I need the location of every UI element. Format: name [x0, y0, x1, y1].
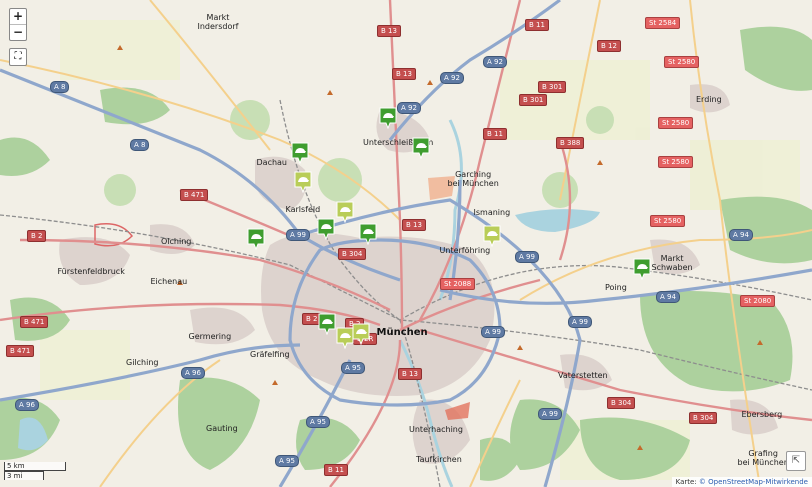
- road-shield: B 11: [483, 128, 507, 140]
- road-shield: A 92: [397, 102, 421, 114]
- zoom-control: + −: [9, 8, 27, 41]
- road-shield: B 304: [338, 248, 367, 260]
- zoom-in-button[interactable]: +: [10, 9, 26, 25]
- map-marker[interactable]: [633, 258, 651, 280]
- road-shield: B 13: [377, 25, 401, 37]
- road-shield: A 95: [275, 455, 299, 467]
- map-marker[interactable]: [412, 137, 430, 159]
- road-shield: B 11: [324, 464, 348, 476]
- place-label: Ismaning: [473, 208, 511, 217]
- road-shield: B 11: [525, 19, 549, 31]
- scale-bar: 5 km 3 mi: [4, 462, 66, 480]
- road-shield: A 99: [515, 251, 539, 263]
- road-shield: A 95: [306, 416, 330, 428]
- place-label: Vaterstetten: [558, 371, 608, 380]
- map-marker[interactable]: [379, 107, 397, 129]
- road-shield: B 2: [27, 230, 47, 242]
- map-marker[interactable]: [336, 201, 354, 223]
- place-label: Fürstenfeldbruck: [57, 267, 125, 276]
- road-shield: St 2580: [658, 117, 694, 129]
- map-marker[interactable]: [352, 323, 370, 345]
- place-label: Unterhaching: [409, 425, 463, 434]
- road-shield: A 95: [341, 362, 365, 374]
- attribution-prefix: Karte:: [675, 478, 699, 486]
- road-shield: A 99: [538, 408, 562, 420]
- road-shield: B 471: [6, 345, 35, 357]
- place-label: Taufkirchen: [416, 455, 462, 464]
- map-marker[interactable]: [359, 223, 377, 245]
- place-label: Markt Schwaben: [651, 254, 693, 272]
- road-shield: B 12: [597, 40, 621, 52]
- road-shield: A 94: [656, 291, 680, 303]
- road-shield: A 99: [286, 229, 310, 241]
- road-shield: A 8: [130, 139, 150, 151]
- road-shield: A 99: [481, 326, 505, 338]
- place-label: Gauting: [206, 424, 238, 433]
- road-shield: B 304: [689, 412, 718, 424]
- road-shield: St 2088: [440, 278, 476, 290]
- road-shield: B 301: [538, 81, 567, 93]
- scale-km: 5 km: [4, 462, 66, 471]
- road-shield: B 304: [607, 397, 636, 409]
- road-shield: B 13: [398, 368, 422, 380]
- road-shield: A 99: [568, 316, 592, 328]
- road-shield: B 471: [180, 189, 209, 201]
- map-marker[interactable]: [294, 171, 312, 193]
- map-marker[interactable]: [291, 142, 309, 164]
- attribution-link[interactable]: © OpenStreetMap-Mitwirkende: [699, 478, 808, 486]
- attribution: Karte: © OpenStreetMap-Mitwirkende: [671, 477, 812, 487]
- road-shield: A 96: [181, 367, 205, 379]
- map-marker[interactable]: [247, 228, 265, 250]
- place-label: Karlsfeld: [285, 205, 321, 214]
- road-shield: A 96: [15, 399, 39, 411]
- road-shield: A 92: [483, 56, 507, 68]
- road-shield: B 301: [519, 94, 548, 106]
- road-shield: St 2580: [664, 56, 700, 68]
- road-shield: B 13: [392, 68, 416, 80]
- map-marker[interactable]: [318, 313, 336, 335]
- road-shield: St 2580: [658, 156, 694, 168]
- scale-mi: 3 mi: [4, 471, 44, 480]
- place-label: Ebersberg: [741, 410, 783, 419]
- place-label: Germering: [188, 332, 232, 341]
- place-label: München: [376, 327, 428, 338]
- map-marker[interactable]: [483, 225, 501, 247]
- road-shield: A 8: [50, 81, 70, 93]
- place-label: Gräfelfing: [250, 350, 290, 359]
- place-label: Unterföhring: [439, 246, 491, 255]
- map-marker[interactable]: [317, 218, 335, 240]
- place-label: Erding: [696, 95, 722, 104]
- road-shield: St 2580: [650, 215, 686, 227]
- road-shield: B 388: [556, 137, 585, 149]
- road-shield: A 92: [440, 72, 464, 84]
- fullscreen-button[interactable]: ⛶: [9, 48, 27, 66]
- place-label: Dachau: [256, 158, 288, 167]
- road-shield: St 2584: [645, 17, 681, 29]
- place-label: Gilching: [126, 358, 159, 367]
- place-label: Garching bei München: [447, 170, 499, 188]
- road-shield: B 13: [402, 219, 426, 231]
- collapse-icon[interactable]: ⇱: [786, 451, 806, 471]
- zoom-out-button[interactable]: −: [10, 25, 26, 40]
- road-shield: A 94: [729, 229, 753, 241]
- place-label: Grafing bei München: [737, 449, 789, 467]
- place-label: Eichenau: [150, 277, 188, 286]
- place-label: Markt Indersdorf: [197, 13, 239, 31]
- place-label: Olching: [161, 237, 192, 246]
- place-label: Poing: [605, 283, 627, 292]
- road-shield: B 471: [20, 316, 49, 328]
- map-container[interactable]: Markt Indersdorf Dachau Karlsfeld Unterschl…: [0, 0, 812, 487]
- road-shield: St 2080: [740, 295, 776, 307]
